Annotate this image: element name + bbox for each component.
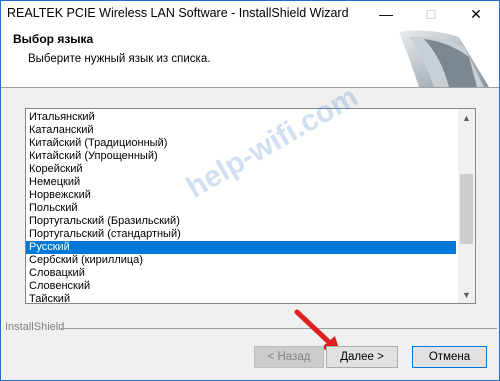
language-option[interactable]: Каталанский — [26, 124, 456, 137]
installer-window: REALTEK PCIE Wireless LAN Software - Ins… — [0, 0, 500, 381]
language-option[interactable]: Русский — [26, 241, 456, 254]
language-option[interactable]: Португальский (стандартный) — [26, 228, 456, 241]
language-option[interactable]: Португальский (Бразильский) — [26, 215, 456, 228]
next-button[interactable]: Далее > — [326, 346, 398, 368]
language-option[interactable]: Сербский (кириллица) — [26, 254, 456, 267]
footer-divider — [61, 328, 497, 329]
page-subtitle: Выберите нужный язык из списка. — [28, 53, 211, 65]
back-button[interactable]: < Назад — [254, 346, 324, 368]
page-title: Выбор языка — [13, 32, 94, 46]
language-option[interactable]: Словенский — [26, 280, 456, 293]
vertical-scrollbar[interactable]: ▲ ▼ — [458, 109, 475, 303]
installshield-brand: InstallShield — [5, 321, 65, 333]
scroll-up-icon[interactable]: ▲ — [458, 109, 475, 126]
language-option[interactable]: Словацкий — [26, 267, 456, 280]
wizard-header: Выбор языка Выберите нужный язык из спис… — [1, 27, 499, 88]
title-bar: REALTEK PCIE Wireless LAN Software - Ins… — [1, 1, 499, 27]
language-option[interactable]: Тайский — [26, 293, 456, 303]
window-title: REALTEK PCIE Wireless LAN Software - Ins… — [7, 6, 349, 20]
scroll-down-icon[interactable]: ▼ — [458, 286, 475, 303]
scroll-thumb[interactable] — [460, 174, 473, 244]
cancel-button[interactable]: Отмена — [412, 346, 487, 368]
maximize-icon: □ — [426, 6, 436, 22]
close-icon[interactable]: ✕ — [456, 1, 496, 27]
language-option[interactable]: Норвежский — [26, 189, 456, 202]
minimize-icon[interactable]: — — [366, 1, 406, 27]
language-option[interactable]: Итальянский — [26, 111, 456, 124]
language-option[interactable]: Польский — [26, 202, 456, 215]
installshield-art-icon — [389, 27, 499, 87]
